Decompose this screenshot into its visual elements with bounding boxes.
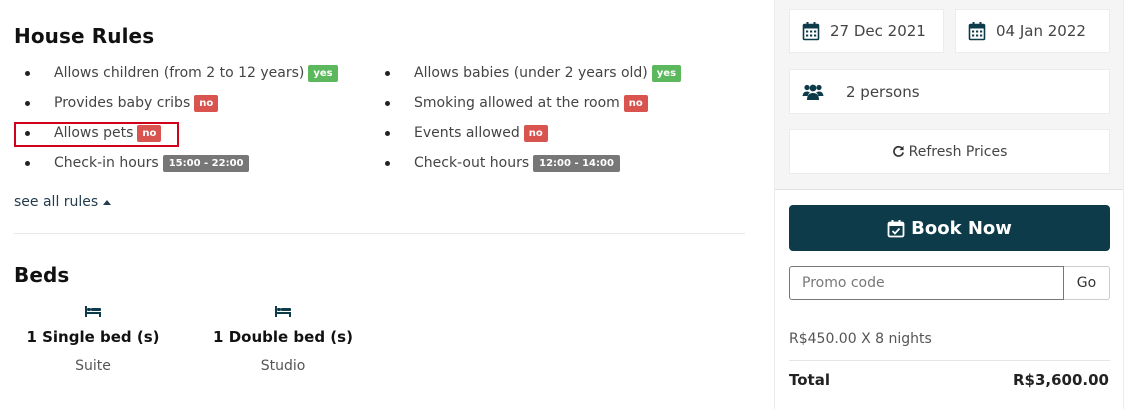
- refresh-icon: [892, 145, 904, 157]
- bed-card-double: 1 Double bed (s) Studio: [208, 304, 358, 374]
- refresh-prices-label: Refresh Prices: [908, 143, 1008, 160]
- caret-up-icon: [103, 199, 112, 205]
- price-per-night-line: R$450.00 X 8 nights: [789, 331, 932, 347]
- bed-title: 1 Double bed (s): [213, 328, 353, 346]
- total-divider: [789, 360, 1110, 361]
- refresh-prices-button[interactable]: Refresh Prices: [789, 129, 1110, 174]
- rule-badge-hours: 12:00 - 14:00: [533, 154, 620, 172]
- section-divider: [14, 233, 745, 234]
- rule-item-events: Events allowed no: [385, 123, 548, 143]
- checkin-date-field[interactable]: 27 Dec 2021: [789, 9, 944, 53]
- bullet: [385, 71, 390, 76]
- rule-item-babies: Allows babies (under 2 years old) yes: [385, 63, 682, 83]
- bullet: [25, 71, 30, 76]
- bed-card-single: 1 Single bed (s) Suite: [22, 304, 164, 374]
- bed-icon: [85, 306, 101, 317]
- checkout-date-value: 04 Jan 2022: [996, 22, 1086, 40]
- rule-label: Events allowed: [414, 125, 520, 141]
- house-rules-heading: House Rules: [14, 24, 155, 48]
- rule-item-children: Allows children (from 2 to 12 years) yes: [25, 63, 338, 83]
- promo-go-button[interactable]: Go: [1064, 266, 1110, 300]
- book-now-label: Book Now: [911, 217, 1012, 239]
- bullet: [385, 101, 390, 106]
- bullet: [25, 161, 30, 166]
- calendar-check-icon: [887, 219, 905, 237]
- booking-panel: 27 Dec 2021 04 Jan 2022 2 persons Refres…: [774, 0, 1124, 409]
- bed-icon: [275, 306, 291, 317]
- calendar-icon: [802, 22, 820, 41]
- see-all-rules-label: see all rules: [14, 194, 99, 210]
- rule-label: Check-in hours: [54, 155, 159, 171]
- rule-badge-yes: yes: [651, 64, 682, 82]
- rule-label: Smoking allowed at the room: [414, 95, 620, 111]
- total-value: R$3,600.00: [1012, 371, 1109, 389]
- rule-label: Check-out hours: [414, 155, 530, 171]
- rule-item-baby-cribs: Provides baby cribs no: [25, 93, 219, 113]
- bullet: [385, 161, 390, 166]
- rule-badge-no: no: [623, 94, 648, 112]
- bullet: [25, 101, 30, 106]
- rule-item-checkout-hours: Check-out hours 12:00 - 14:00: [385, 153, 620, 173]
- rule-item-checkin-hours: Check-in hours 15:00 - 22:00: [25, 153, 250, 173]
- bullet: [385, 131, 390, 136]
- rule-label: Allows babies (under 2 years old): [414, 65, 648, 81]
- checkin-date-value: 27 Dec 2021: [830, 22, 926, 40]
- see-all-rules-link[interactable]: see all rules: [14, 194, 112, 210]
- promo-code-input[interactable]: [789, 266, 1064, 300]
- users-icon: [802, 84, 824, 100]
- rule-badge-no: no: [194, 94, 219, 112]
- bed-room-type: Studio: [260, 358, 306, 374]
- rule-label: Provides baby cribs: [54, 95, 191, 111]
- rule-item-smoking: Smoking allowed at the room no: [385, 93, 648, 113]
- checkout-date-field[interactable]: 04 Jan 2022: [955, 9, 1110, 53]
- rule-label: Allows children (from 2 to 12 years): [54, 65, 305, 81]
- calendar-icon: [968, 22, 986, 41]
- booking-summary: Book Now Go R$450.00 X 8 nights Total R$…: [775, 190, 1123, 409]
- highlight-box: [14, 122, 179, 147]
- rule-badge-no: no: [523, 124, 548, 142]
- rule-badge-hours: 15:00 - 22:00: [162, 154, 250, 172]
- property-details: House Rules Allows children (from 2 to 1…: [0, 0, 760, 409]
- bed-room-type: Suite: [75, 358, 111, 374]
- guests-selector[interactable]: 2 persons: [789, 69, 1110, 114]
- total-label: Total: [789, 371, 830, 389]
- persons-value: 2 persons: [846, 82, 920, 101]
- rule-badge-yes: yes: [308, 64, 338, 82]
- book-now-button[interactable]: Book Now: [789, 205, 1110, 251]
- beds-heading: Beds: [14, 263, 70, 287]
- bed-title: 1 Single bed (s): [26, 328, 160, 346]
